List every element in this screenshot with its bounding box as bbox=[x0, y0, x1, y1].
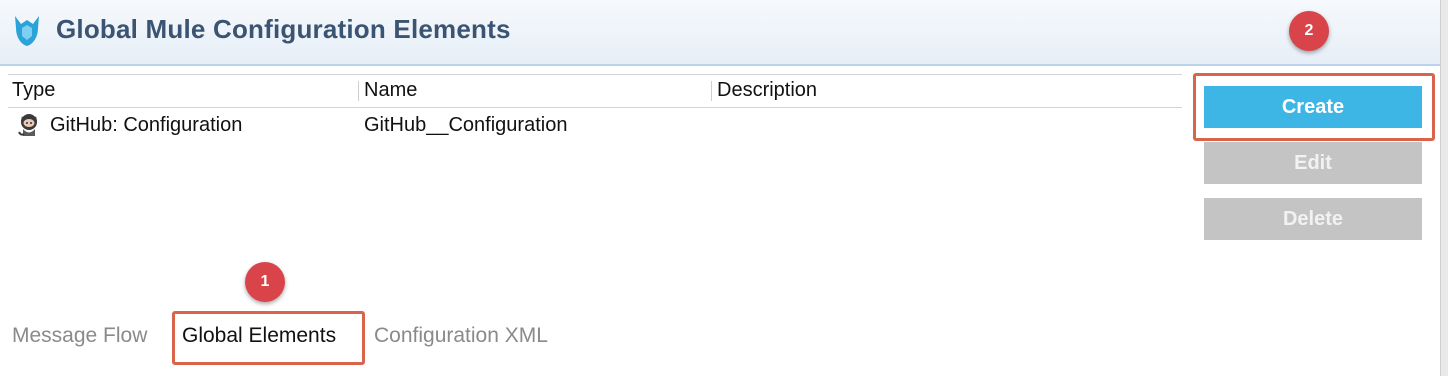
step-badge-2: 2 bbox=[1289, 11, 1329, 51]
tab-global-elements[interactable]: Global Elements bbox=[182, 324, 336, 348]
column-divider[interactable] bbox=[711, 81, 712, 101]
page-title: Global Mule Configuration Elements bbox=[56, 14, 511, 44]
column-header-description[interactable]: Description bbox=[717, 79, 817, 102]
tab-configuration-xml[interactable]: Configuration XML bbox=[374, 324, 548, 348]
table-header: Type Name Description bbox=[8, 74, 1182, 108]
github-octocat-icon bbox=[18, 114, 37, 136]
table-row[interactable]: GitHub: Configuration GitHub__Configurat… bbox=[8, 108, 1182, 140]
tab-message-flow[interactable]: Message Flow bbox=[12, 324, 147, 348]
column-header-type[interactable]: Type bbox=[12, 79, 55, 102]
delete-button[interactable]: Delete bbox=[1204, 198, 1422, 240]
cell-type: GitHub: Configuration bbox=[50, 114, 243, 136]
global-elements-table: Type Name Description GitHub: Configurat… bbox=[8, 74, 1182, 244]
column-divider[interactable] bbox=[358, 81, 359, 101]
mule-icon bbox=[15, 16, 39, 46]
editor-header: Global Mule Configuration Elements bbox=[0, 0, 1440, 66]
step-badge-1: 1 bbox=[245, 262, 285, 302]
edit-button[interactable]: Edit bbox=[1204, 142, 1422, 184]
cell-name: GitHub__Configuration bbox=[364, 114, 568, 136]
scrollbar[interactable] bbox=[1440, 0, 1448, 376]
column-header-name[interactable]: Name bbox=[364, 79, 417, 102]
create-button[interactable]: Create bbox=[1204, 86, 1422, 128]
